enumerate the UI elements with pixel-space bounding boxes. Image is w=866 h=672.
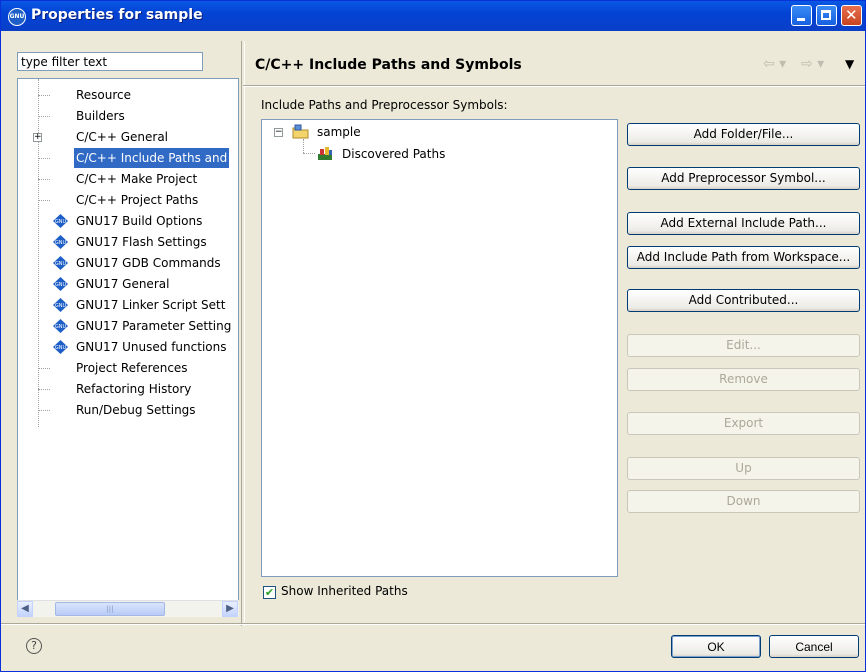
minimize-icon bbox=[797, 18, 805, 21]
tree-item-label: C/C++ Project Paths bbox=[76, 193, 199, 207]
remove-button[interactable]: Remove bbox=[627, 368, 860, 391]
tree-item-label: GNU17 Linker Script Sett bbox=[76, 298, 226, 312]
property-page-tree[interactable]: Resource Builders + C/C++ General C/C++ … bbox=[17, 78, 239, 616]
tree-item-label: C/C++ Make Project bbox=[76, 172, 198, 186]
tree-connector bbox=[38, 410, 50, 411]
gnu-icon: GNU bbox=[53, 256, 68, 270]
show-inherited-paths-label[interactable]: Show Inherited Paths bbox=[281, 584, 408, 598]
add-include-path-from-workspace-button[interactable]: Add Include Path from Workspace... bbox=[627, 246, 860, 269]
down-button[interactable]: Down bbox=[627, 490, 860, 513]
filter-input[interactable] bbox=[17, 52, 203, 71]
expand-icon[interactable]: + bbox=[33, 133, 42, 142]
tree-horizontal-scrollbar[interactable]: ◀ ||| ▶ bbox=[17, 600, 239, 617]
ok-button[interactable]: OK bbox=[671, 635, 761, 658]
forward-arrow-icon[interactable]: ⇨ ▾ bbox=[801, 56, 824, 72]
section-label: Include Paths and Preprocessor Symbols: bbox=[261, 98, 508, 112]
tree-connector bbox=[38, 389, 50, 390]
gnu-icon: GNU bbox=[53, 319, 68, 333]
tree-item-label: GNU17 Parameter Setting bbox=[76, 319, 232, 333]
gnu-icon: GNU bbox=[53, 340, 68, 354]
tree-item-label: Discovered Paths bbox=[342, 147, 446, 161]
maximize-button[interactable] bbox=[816, 5, 837, 26]
title-bar[interactable]: GNU Properties for sample ✕ bbox=[1, 1, 865, 31]
help-icon[interactable]: ? bbox=[26, 638, 42, 654]
tree-item-label: sample bbox=[317, 125, 361, 139]
tree-item-label: Run/Debug Settings bbox=[76, 403, 196, 417]
tree-item-label: C/C++ Include Paths and bbox=[74, 148, 230, 168]
add-contributed-button[interactable]: Add Contributed... bbox=[627, 289, 860, 312]
tree-connector bbox=[38, 116, 50, 117]
svg-text:GNU: GNU bbox=[55, 303, 67, 309]
tree-item-label: Builders bbox=[76, 109, 125, 123]
tree-item-label: Refactoring History bbox=[76, 382, 192, 396]
tree-item-label: GNU17 General bbox=[76, 277, 170, 291]
footer-separator bbox=[1, 623, 865, 625]
svg-text:GNU: GNU bbox=[55, 261, 67, 267]
window-title: Properties for sample bbox=[31, 7, 203, 23]
gnu-icon: GNU bbox=[53, 277, 68, 291]
header-separator bbox=[243, 85, 865, 87]
tree-item-label: C/C++ General bbox=[76, 130, 169, 144]
tree-connector bbox=[303, 153, 315, 154]
tree-item-label: GNU17 Unused functions bbox=[76, 340, 227, 354]
tree-connector bbox=[38, 158, 50, 159]
tree-item-label: GNU17 Flash Settings bbox=[76, 235, 207, 249]
project-folder-icon bbox=[292, 124, 309, 139]
tree-guide-line bbox=[303, 139, 304, 153]
svg-text:GNU: GNU bbox=[55, 324, 67, 330]
close-button[interactable]: ✕ bbox=[841, 5, 862, 26]
export-button[interactable]: Export bbox=[627, 412, 860, 435]
page-title: C/C++ Include Paths and Symbols bbox=[255, 57, 522, 73]
collapse-icon[interactable]: − bbox=[274, 128, 283, 137]
gnu-icon: GNU bbox=[53, 298, 68, 312]
scrollbar-thumb[interactable]: ||| bbox=[55, 602, 165, 616]
back-arrow-icon[interactable]: ⇦ ▾ bbox=[763, 56, 786, 72]
gnu-app-icon: GNU bbox=[8, 8, 26, 26]
close-icon: ✕ bbox=[845, 6, 858, 24]
tree-item-label: GNU17 Build Options bbox=[76, 214, 203, 228]
add-folder-file-button[interactable]: Add Folder/File... bbox=[627, 123, 860, 146]
scroll-right-icon[interactable]: ▶ bbox=[222, 601, 238, 617]
properties-window: GNU Properties for sample ✕ Resource Bui… bbox=[0, 0, 866, 672]
tree-connector bbox=[38, 368, 50, 369]
up-button[interactable]: Up bbox=[627, 457, 860, 480]
sash-divider[interactable] bbox=[241, 41, 245, 626]
tree-connector bbox=[38, 179, 50, 180]
svg-text:GNU: GNU bbox=[55, 282, 67, 288]
view-menu-icon[interactable]: ▼ bbox=[845, 57, 854, 71]
add-external-include-path-button[interactable]: Add External Include Path... bbox=[627, 212, 860, 235]
cancel-button[interactable]: Cancel bbox=[769, 635, 859, 658]
gnu-icon: GNU bbox=[53, 235, 68, 249]
svg-text:GNU: GNU bbox=[55, 240, 67, 246]
scroll-left-icon[interactable]: ◀ bbox=[17, 601, 33, 617]
library-books-icon bbox=[318, 147, 332, 160]
add-preprocessor-symbol-button[interactable]: Add Preprocessor Symbol... bbox=[627, 167, 860, 190]
tree-item-label: GNU17 GDB Commands bbox=[76, 256, 221, 270]
tree-item-label: Resource bbox=[76, 88, 132, 102]
tree-item-label: Project References bbox=[76, 361, 188, 375]
tree-connector bbox=[38, 200, 50, 201]
show-inherited-paths-checkbox[interactable]: ✔ bbox=[263, 586, 276, 599]
tree-connector bbox=[38, 95, 50, 96]
svg-text:GNU: GNU bbox=[55, 219, 67, 225]
include-paths-tree[interactable]: − sample Discovered Paths bbox=[261, 119, 618, 577]
minimize-button[interactable] bbox=[791, 5, 812, 26]
svg-text:GNU: GNU bbox=[55, 345, 67, 351]
gnu-icon: GNU bbox=[53, 214, 68, 228]
maximize-icon bbox=[821, 10, 831, 20]
edit-button[interactable]: Edit... bbox=[627, 334, 860, 357]
